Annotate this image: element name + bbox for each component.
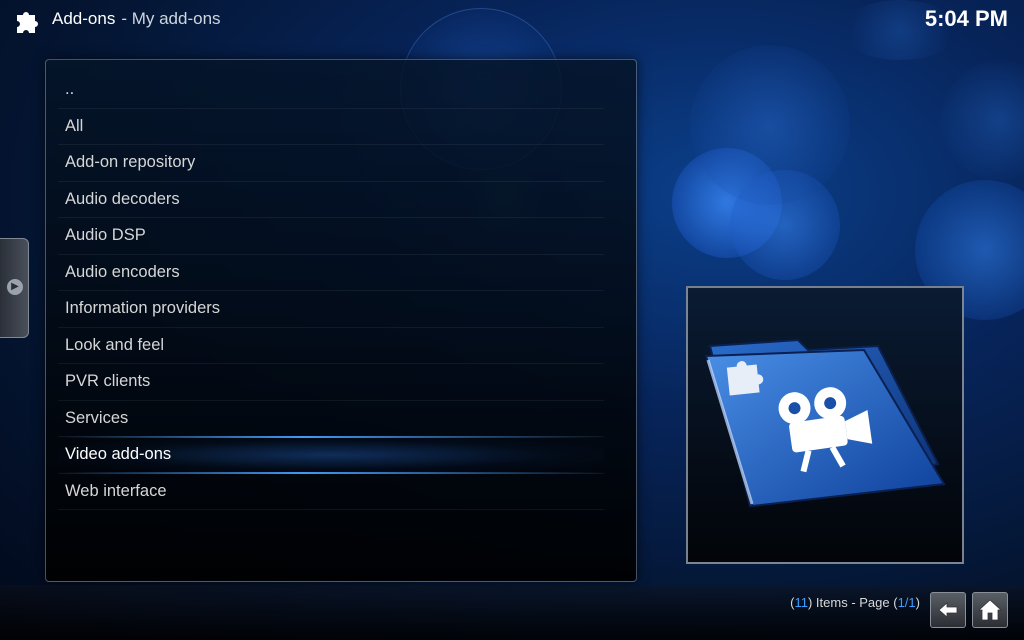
addon-category-panel: .. All Add-on repository Audio decoders …: [45, 59, 637, 582]
list-item-label: Audio decoders: [65, 189, 180, 208]
list-item-all[interactable]: All: [58, 109, 604, 145]
items-page-text: Items - Page: [812, 595, 894, 610]
header: Add-ons - My add-ons 5:04 PM: [0, 0, 1024, 40]
list-item-label: Video add-ons: [65, 445, 172, 463]
page-number: 1/1: [897, 595, 916, 610]
breadcrumb-section: Add-ons: [52, 9, 116, 28]
list-item-label: Services: [65, 408, 129, 427]
list-item-audio-encoders[interactable]: Audio encoders: [58, 255, 604, 291]
list-item-label: Web interface: [65, 481, 167, 500]
puzzle-icon: [17, 12, 38, 33]
list-item-label: Audio encoders: [65, 262, 180, 281]
items-page-info: (11) Items - Page (1/1): [790, 595, 920, 610]
category-preview: [686, 286, 964, 564]
list-item-audio-dsp[interactable]: Audio DSP: [58, 218, 604, 255]
list-item-audio-decoders[interactable]: Audio decoders: [58, 182, 604, 218]
chevron-right-icon: ▶: [7, 279, 23, 295]
breadcrumb-subsection: - My add-ons: [121, 9, 221, 28]
list-item-web-interface[interactable]: Web interface: [58, 474, 604, 510]
bokeh-circle: [940, 60, 1024, 180]
list-item-label: ..: [65, 80, 75, 98]
list-item-label: Audio DSP: [65, 226, 146, 244]
addon-category-list: .. All Add-on repository Audio decoders …: [58, 72, 604, 510]
list-item-label: All: [65, 116, 84, 135]
list-item-services[interactable]: Services: [58, 401, 604, 437]
breadcrumb: Add-ons - My add-ons: [52, 9, 221, 29]
bokeh-circle: [730, 170, 840, 280]
list-item-information-providers[interactable]: Information providers: [58, 291, 604, 328]
list-item-label: Add-on repository: [65, 153, 196, 171]
list-item-label: Information providers: [65, 299, 220, 317]
video-addons-folder-icon: [704, 338, 946, 508]
home-button[interactable]: [972, 592, 1008, 628]
bokeh-circle: [690, 45, 850, 205]
side-menu-tab[interactable]: ▶: [0, 238, 29, 338]
footer-bar: [0, 585, 1024, 640]
list-item-parent[interactable]: ..: [58, 72, 604, 109]
bokeh-circle: [672, 148, 782, 258]
items-count: 11: [794, 595, 808, 610]
clock: 5:04 PM: [924, 6, 1008, 31]
list-item-video-addons[interactable]: Video add-ons: [58, 436, 604, 474]
list-item-addon-repository[interactable]: Add-on repository: [58, 145, 604, 182]
list-item-label: Look and feel: [65, 335, 165, 354]
back-button[interactable]: [930, 592, 966, 628]
list-item-look-and-feel[interactable]: Look and feel: [58, 328, 604, 364]
back-arrow-icon: [938, 602, 958, 618]
list-item-pvr-clients[interactable]: PVR clients: [58, 364, 604, 401]
list-item-label: PVR clients: [65, 372, 151, 390]
home-icon: [978, 599, 1002, 621]
